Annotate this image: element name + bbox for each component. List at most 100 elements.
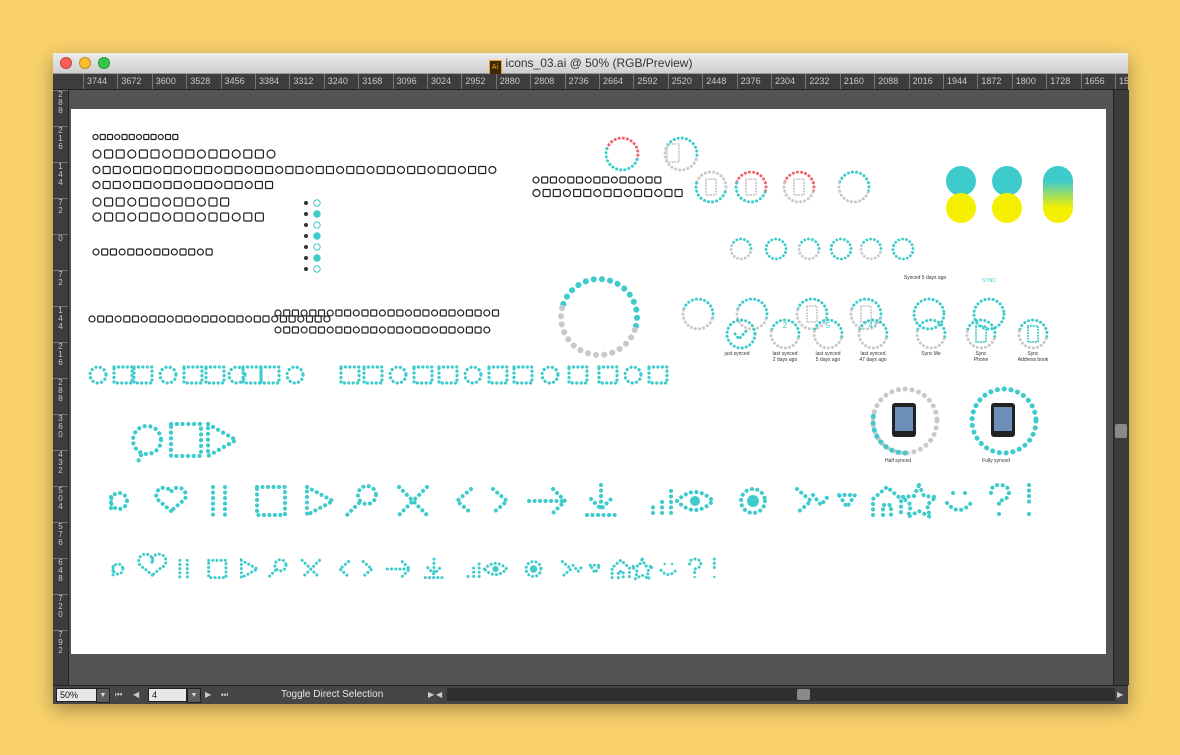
small-glyph-icon xyxy=(654,188,663,198)
sync-small-bottom-arc-icon xyxy=(764,244,787,261)
small-glyph-icon xyxy=(122,180,132,190)
small-glyph-icon xyxy=(370,326,378,334)
bullet-dot-icon xyxy=(304,267,308,271)
phone-label-half-synced: Half synced xyxy=(884,458,912,464)
ruler-origin-corner[interactable] xyxy=(53,74,84,89)
small-glyph-icon xyxy=(153,180,162,190)
small-glyph-icon xyxy=(417,165,426,175)
small-glyph-icon xyxy=(253,315,261,323)
small-glyph-icon xyxy=(386,165,395,175)
status-menu-arrow-icon[interactable]: ▶ xyxy=(428,687,434,703)
illustrator-window: Ai icons_03.ai @ 50% (RGB/Preview) 3744 36… xyxy=(53,53,1129,704)
sync-phone-1-top-arc-icon xyxy=(695,170,728,194)
scroll-right-icon[interactable]: ▶ xyxy=(1117,687,1123,703)
small-glyph-icon xyxy=(112,180,121,190)
bullet-ring-icon xyxy=(313,254,321,262)
small-glyph-icon xyxy=(404,309,413,317)
horizontal-scroll-thumb[interactable] xyxy=(797,689,810,700)
scroll-left-icon[interactable]: ◀ xyxy=(436,687,442,703)
small-glyph-icon xyxy=(92,180,101,190)
artboard-number-field[interactable]: 4 xyxy=(148,688,187,702)
small-glyph-icon xyxy=(92,133,99,141)
small-glyph-icon xyxy=(593,188,602,198)
horizontal-ruler[interactable]: 3744 3672 3600 3528 3456 3384 3312 3240 3168 3096… xyxy=(53,74,1128,90)
small-glyph-icon xyxy=(457,309,465,317)
small-glyph-icon xyxy=(140,315,148,323)
vertical-ruler[interactable]: 2882161447207214421628836043250457664872… xyxy=(53,90,69,685)
small-glyph-icon xyxy=(628,176,636,184)
small-glyph-icon xyxy=(448,309,456,317)
small-glyph-icon xyxy=(163,180,172,190)
small-glyph-icon xyxy=(196,197,207,207)
home-icon xyxy=(871,484,903,517)
ruler-v-tick: 504 xyxy=(53,486,68,511)
small-glyph-icon xyxy=(227,315,235,323)
small-glyph-icon xyxy=(170,248,178,256)
smile-icon xyxy=(945,501,973,512)
phone-outline-icon xyxy=(806,305,818,323)
small-glyph-icon xyxy=(457,165,466,175)
small-glyph-icon xyxy=(291,309,299,317)
small-glyph-icon xyxy=(356,165,365,175)
ruler-h-tick: 2160 xyxy=(839,74,864,89)
title-bar[interactable]: Ai icons_03.ai @ 50% (RGB/Preview) xyxy=(53,53,1128,75)
small-glyph-icon xyxy=(370,309,378,317)
ruler-h-tick: 2880 xyxy=(495,74,520,89)
ruler-v-tick: 288 xyxy=(53,90,68,115)
small-glyph-icon xyxy=(378,326,386,334)
sync-small-top-arc-icon xyxy=(860,237,883,254)
small-glyph-icon xyxy=(584,176,592,184)
sync-red-teal-bottom-arc-icon xyxy=(604,147,639,172)
small-glyph-icon xyxy=(138,197,149,207)
small-glyph-icon xyxy=(314,315,322,323)
small-glyph-icon xyxy=(161,212,172,222)
small-glyph-icon xyxy=(431,326,439,334)
star-icon xyxy=(897,480,941,521)
small-glyph-icon xyxy=(244,180,253,190)
small-glyph-icon xyxy=(224,165,233,175)
previous-artboard-icon[interactable]: ◀ xyxy=(133,687,139,703)
small-glyph-icon xyxy=(396,326,404,334)
artboard-dropdown-icon[interactable]: ▼ xyxy=(187,688,201,703)
status-tool-text[interactable]: Toggle Direct Selection xyxy=(281,687,383,703)
small-glyph-icon xyxy=(157,133,164,141)
small-glyph-icon xyxy=(196,149,207,159)
vertical-scroll-thumb[interactable] xyxy=(1115,424,1127,438)
heart-icon xyxy=(137,552,168,578)
canvas-area[interactable]: Synced 5 days ago SYNC just synced last … xyxy=(69,90,1113,685)
ruler-h-tick: 2016 xyxy=(908,74,933,89)
next-artboard-icon[interactable]: ▶ xyxy=(205,687,211,703)
small-glyph-icon xyxy=(173,180,182,190)
small-glyph-icon xyxy=(583,188,592,198)
small-glyph-icon xyxy=(285,165,294,175)
artboard[interactable]: Synced 5 days ago SYNC just synced last … xyxy=(71,109,1106,654)
play-icon xyxy=(239,557,261,581)
ruler-h-tick: 3600 xyxy=(151,74,176,89)
horizontal-scrollbar[interactable] xyxy=(447,688,1115,701)
signal-bars-icon xyxy=(466,560,481,578)
smile-eye-icon xyxy=(951,491,955,495)
small-glyph-icon xyxy=(558,176,566,184)
last-artboard-icon[interactable]: ⏭ xyxy=(221,687,228,703)
small-glyph-icon xyxy=(549,176,557,184)
first-artboard-icon[interactable]: ⏮ xyxy=(115,687,122,703)
chevron-down-icon xyxy=(811,493,831,509)
vertical-scrollbar[interactable] xyxy=(1113,90,1129,685)
small-glyph-icon xyxy=(243,149,253,159)
zoom-field[interactable]: 50% xyxy=(56,688,99,702)
small-glyph-icon xyxy=(150,197,160,207)
ruler-h-tick: 2088 xyxy=(874,74,898,89)
ruler-v-tick: 720 xyxy=(53,594,68,619)
ruler-v-tick: 144 xyxy=(53,162,68,187)
question-icon xyxy=(989,482,1012,509)
small-glyph-icon xyxy=(102,165,111,175)
small-glyph-icon xyxy=(103,149,114,159)
small-glyph-icon xyxy=(378,309,386,317)
ruler-v-tick: 432 xyxy=(53,450,68,475)
ruler-v-tick: 648 xyxy=(53,558,68,583)
medium-square-icon xyxy=(597,365,619,385)
small-glyph-icon xyxy=(172,133,179,141)
small-glyph-icon xyxy=(173,165,182,175)
zoom-dropdown-icon[interactable]: ▼ xyxy=(96,688,110,703)
small-glyph-icon xyxy=(664,188,673,198)
